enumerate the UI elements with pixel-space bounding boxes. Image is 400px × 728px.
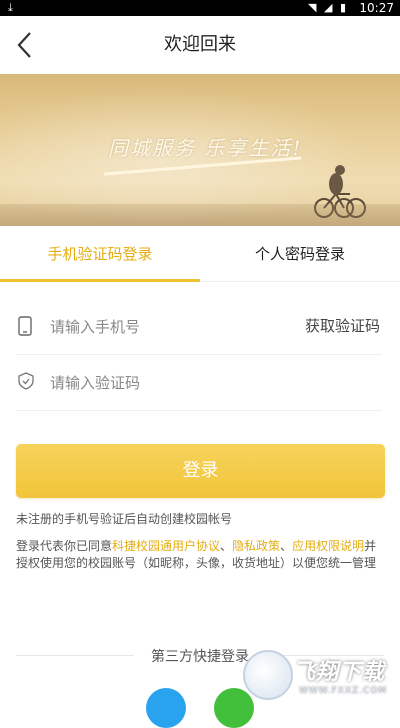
promo-banner: 同城服务 乐享生活! [0,74,400,226]
agreement-text: 登录代表你已同意科捷校园通用户协议、隐私政策、应用权限说明并授权使用您的校园账号… [16,538,384,572]
status-time: 10:27 [359,1,394,15]
watermark-url: WWW.FXXZ.COM [299,686,388,696]
wifi-icon: ◥ ◢ ▮ [308,1,348,14]
login-button[interactable]: 登录 [16,444,385,498]
user-agreement-link[interactable]: 科捷校园通用户协议 [112,539,220,553]
tab-sms-login[interactable]: 手机验证码登录 [0,226,200,282]
banner-slogan: 同城服务 乐享生活! [108,136,303,160]
watermark-text: 飞翔下载 [293,660,386,685]
shield-icon [18,372,36,392]
banner-ground [0,204,400,226]
status-bar: ⤓ ◥ ◢ ▮ 10:27 [0,0,400,16]
app-header: 欢迎回来 [0,16,400,74]
agreement-prefix: 登录代表你已同意 [16,539,113,553]
phone-row: 获取验证码 [16,298,382,355]
agreement-sep-1: 、 [220,539,233,553]
page-title: 欢迎回来 [164,34,236,55]
agreement-sep-2: 、 [280,539,293,553]
code-input[interactable] [48,368,282,398]
download-icon: ⤓ [8,1,13,14]
tab-password-login[interactable]: 个人密码登录 [200,226,400,282]
watermark-logo-icon [243,650,293,700]
active-tab-indicator [0,279,200,282]
phone-input[interactable] [48,312,282,342]
qq-icon[interactable] [146,688,186,728]
get-code-button[interactable]: 获取验证码 [305,312,380,340]
phone-icon [18,316,36,336]
login-tabs: 手机验证码登录 个人密码登录 [0,226,400,282]
code-row [16,354,382,411]
app-permission-link[interactable]: 应用权限说明 [292,539,364,553]
privacy-policy-link[interactable]: 隐私政策 [232,539,280,553]
register-note: 未注册的手机号验证后自动创建校园帐号 [16,512,233,526]
watermark: 飞翔下载 WWW.FXXZ.COM [243,650,395,706]
